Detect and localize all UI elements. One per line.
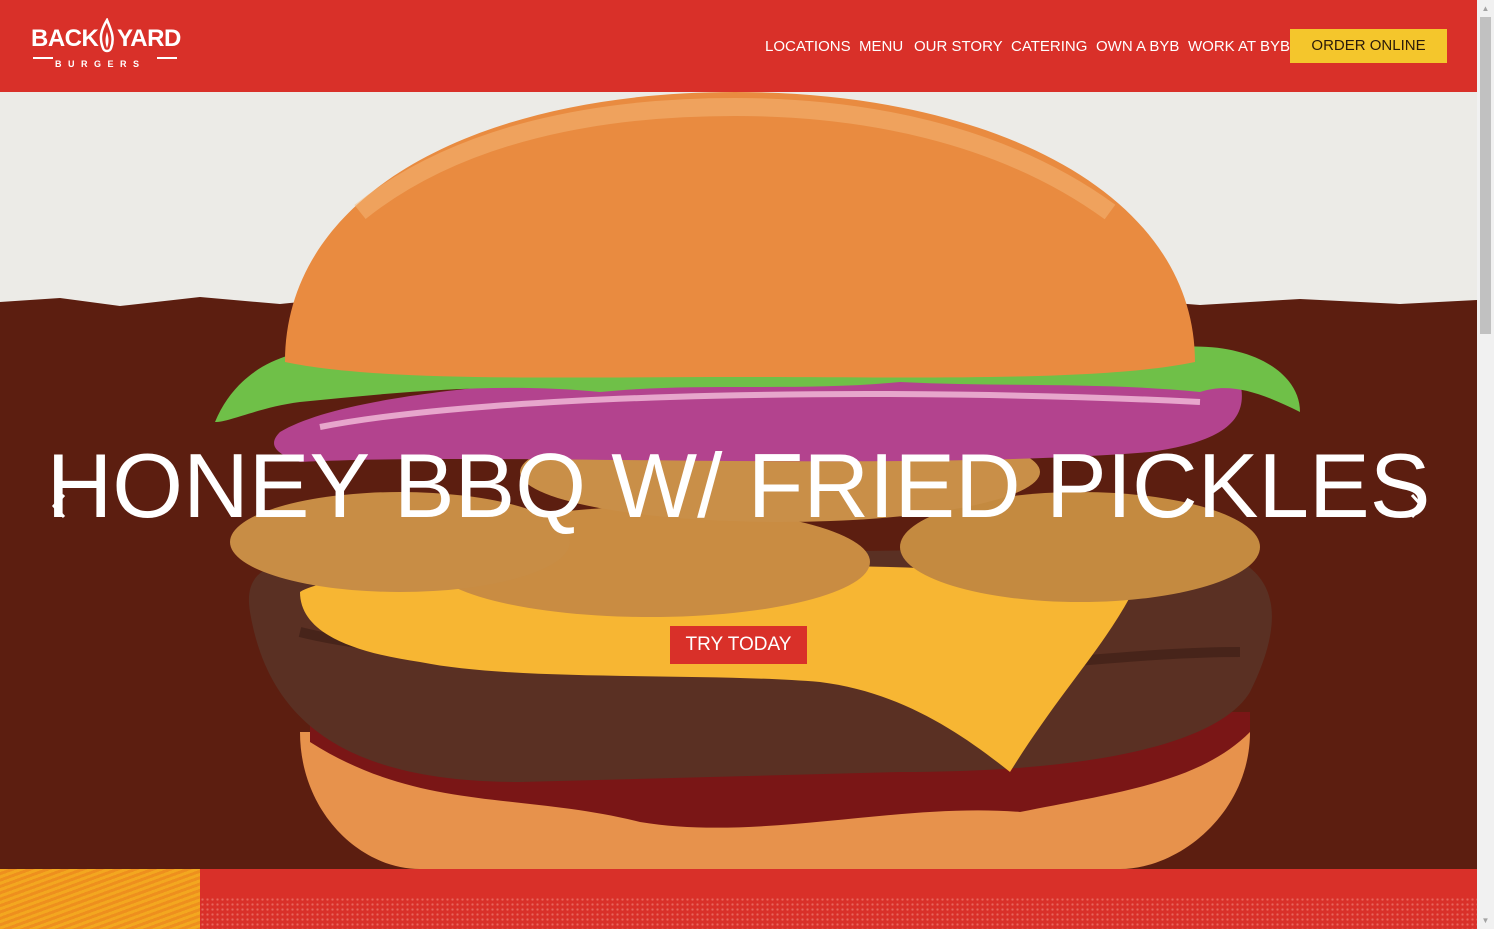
scroll-up-arrow-icon[interactable]: ▲ [1477,0,1494,17]
try-today-button[interactable]: TRY TODAY [670,626,807,664]
nav-item-work-at-byb[interactable]: WORK AT BYB [1188,38,1290,55]
logo-word-burgers: BURGERS [55,59,146,69]
nav-item-our-story[interactable]: OUR STORY [914,38,1003,55]
scrollbar-thumb[interactable] [1480,17,1491,334]
hero-carousel: HONEY BBQ W/ FRIED PICKLES TRY TODAY [0,92,1477,869]
pattern-strip-orange [0,869,200,929]
red-band [200,869,1477,929]
nav-item-catering[interactable]: CATERING [1011,38,1087,55]
nav-item-menu[interactable]: MENU [859,38,903,55]
hero-title: HONEY BBQ W/ FRIED PICKLES [46,436,1431,537]
logo-word-yard: YARD [117,25,181,52]
site-header: BACK YARD BURGERS LOCATIONS MENU OUR STO… [0,0,1477,92]
logo-rule-left [33,57,53,59]
order-online-button[interactable]: ORDER ONLINE [1290,29,1447,63]
flame-icon [99,18,114,53]
scroll-down-arrow-icon[interactable]: ▼ [1477,912,1494,929]
dot-pattern [200,897,1477,929]
nav-item-locations[interactable]: LOCATIONS [765,38,851,55]
nav-item-own-a-byb[interactable]: OWN A BYB [1096,38,1179,55]
logo-rule-right [157,57,177,59]
backyard-burgers-logo[interactable]: BACK YARD BURGERS [31,15,181,73]
logo-word-back: BACK [31,25,99,52]
page-scrollbar[interactable]: ▲ ▼ [1477,0,1494,929]
